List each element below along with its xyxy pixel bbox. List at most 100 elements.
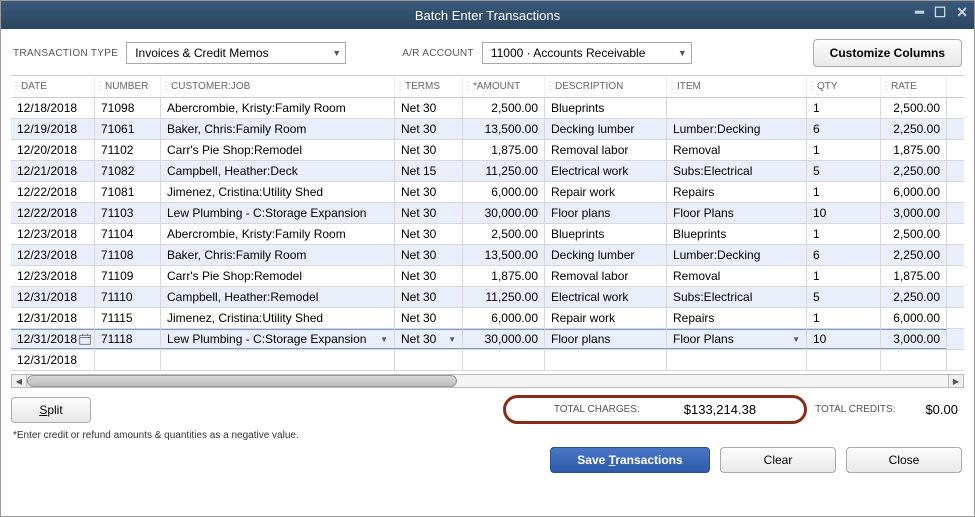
cell[interactable]: 2,500.00 [463,224,545,244]
col-item[interactable]: ITEM [677,81,701,92]
cell[interactable]: Baker, Chris:Family Room [161,245,395,265]
cell[interactable]: Repair work [545,308,667,328]
cell[interactable]: 10 [807,329,881,349]
col-customer[interactable]: CUSTOMER:JOB [171,81,250,92]
cell[interactable]: 71082 [95,161,161,181]
cell[interactable]: Floor Plans▼ [667,329,807,349]
cell[interactable]: 2,250.00 [881,287,947,307]
cell[interactable]: 1,875.00 [463,140,545,160]
col-amount[interactable]: *AMOUNT [473,81,520,92]
cell[interactable]: 12/22/2018 [11,182,95,202]
cell[interactable]: Repairs [667,308,807,328]
cell[interactable]: Net 30▼ [395,329,463,349]
maximize-icon[interactable]: ☐ [934,5,947,19]
cell[interactable]: 1 [807,98,881,118]
table-row[interactable]: 12/19/201871061Baker, Chris:Family RoomN… [11,119,964,140]
table-row[interactable]: 12/18/201871098Abercrombie, Kristy:Famil… [11,98,964,119]
cell[interactable]: 5 [807,287,881,307]
table-row[interactable]: 12/31/2018 [11,350,964,371]
col-rate[interactable]: RATE [891,81,917,92]
close-button[interactable]: Close [846,447,962,473]
table-row[interactable]: 12/31/201871110Campbell, Heather:Remodel… [11,287,964,308]
col-date[interactable]: DATE [21,81,47,92]
cell[interactable]: Carr's Pie Shop:Remodel [161,140,395,160]
cell[interactable]: 71118 [95,329,161,349]
cell[interactable]: Net 30 [395,245,463,265]
customize-columns-button[interactable]: Customize Columns [813,39,962,67]
cell[interactable]: 1,875.00 [463,266,545,286]
cell[interactable]: Jimenez, Cristina:Utility Shed [161,308,395,328]
col-number[interactable]: NUMBER [105,81,148,92]
cell[interactable]: 71081 [95,182,161,202]
cell[interactable]: 12/31/2018 [11,287,95,307]
cell[interactable]: 71104 [95,224,161,244]
col-terms[interactable]: TERMS [405,81,440,92]
cell[interactable]: Floor plans [545,203,667,223]
cell[interactable]: 30,000.00 [463,203,545,223]
cell[interactable]: 71102 [95,140,161,160]
cell[interactable]: 2,250.00 [881,119,947,139]
cell[interactable]: Lew Plumbing - C:Storage Expansion [161,203,395,223]
cell[interactable]: 12/21/2018 [11,161,95,181]
cell[interactable]: Electrical work [545,161,667,181]
cell[interactable]: Floor Plans [667,203,807,223]
cell[interactable]: Blueprints [545,98,667,118]
cell[interactable] [667,98,807,118]
cell[interactable]: 1,875.00 [881,266,947,286]
cell[interactable]: 1 [807,182,881,202]
cell[interactable]: Removal labor [545,140,667,160]
save-transactions-button[interactable]: Save Transactions [550,447,710,473]
cell[interactable] [395,350,463,370]
cell[interactable]: Campbell, Heather:Deck [161,161,395,181]
horizontal-scrollbar[interactable]: ◀ ▶ [11,373,964,389]
cell[interactable]: 71098 [95,98,161,118]
cell[interactable]: 2,250.00 [881,245,947,265]
cell[interactable]: 71103 [95,203,161,223]
cell[interactable]: 12/31/2018 [11,329,95,349]
cell[interactable]: Net 30 [395,140,463,160]
table-row[interactable]: 12/20/201871102Carr's Pie Shop:RemodelNe… [11,140,964,161]
cell[interactable]: 12/19/2018 [11,119,95,139]
cell[interactable]: Net 30 [395,287,463,307]
cell[interactable]: 11,250.00 [463,161,545,181]
table-row[interactable]: 12/22/201871081Jimenez, Cristina:Utility… [11,182,964,203]
cell[interactable]: Campbell, Heather:Remodel [161,287,395,307]
cell[interactable]: 3,000.00 [881,329,947,349]
table-row[interactable]: 12/22/201871103Lew Plumbing - C:Storage … [11,203,964,224]
cell[interactable]: 1 [807,308,881,328]
cell[interactable]: Net 30 [395,266,463,286]
cell[interactable]: 12/31/2018 [11,350,95,370]
table-row[interactable]: 12/23/201871109Carr's Pie Shop:RemodelNe… [11,266,964,287]
cell[interactable]: Floor plans [545,329,667,349]
cell[interactable] [161,350,395,370]
scroll-thumb[interactable] [27,375,457,387]
minimize-icon[interactable]: ━ [915,5,923,19]
cell[interactable]: Blueprints [667,224,807,244]
cell[interactable] [463,350,545,370]
cell[interactable]: 3,000.00 [881,203,947,223]
cell[interactable]: Jimenez, Cristina:Utility Shed [161,182,395,202]
cell[interactable]: 30,000.00 [463,329,545,349]
cell[interactable]: Decking lumber [545,245,667,265]
cell[interactable]: Net 30 [395,308,463,328]
cell[interactable]: Net 30 [395,203,463,223]
cell[interactable]: Repairs [667,182,807,202]
cell[interactable]: Repair work [545,182,667,202]
cell[interactable]: 12/23/2018 [11,245,95,265]
cell[interactable]: 1 [807,266,881,286]
table-row[interactable]: 12/23/201871104Abercrombie, Kristy:Famil… [11,224,964,245]
cell[interactable]: 13,500.00 [463,245,545,265]
cell[interactable]: 6,000.00 [881,182,947,202]
cell[interactable]: Removal labor [545,266,667,286]
cell[interactable]: Abercrombie, Kristy:Family Room [161,98,395,118]
close-icon[interactable]: ✕ [956,5,968,19]
cell[interactable]: 12/23/2018 [11,266,95,286]
table-row[interactable]: 12/23/201871108Baker, Chris:Family RoomN… [11,245,964,266]
cell[interactable]: 12/23/2018 [11,224,95,244]
cell[interactable]: 12/20/2018 [11,140,95,160]
cell[interactable]: Lew Plumbing - C:Storage Expansion▼ [161,329,395,349]
split-button[interactable]: Split [11,397,91,423]
calendar-icon[interactable] [79,333,91,345]
cell[interactable] [95,350,161,370]
cell[interactable]: Abercrombie, Kristy:Family Room [161,224,395,244]
